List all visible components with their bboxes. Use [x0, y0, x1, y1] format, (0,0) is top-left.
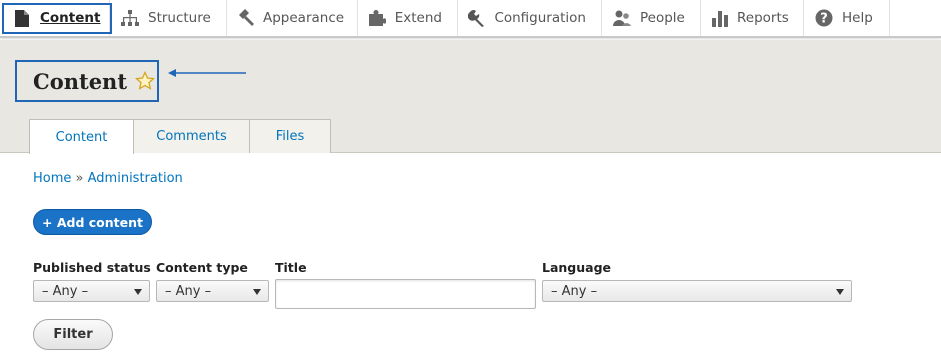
- toolbar-item-extend[interactable]: Extend: [358, 0, 458, 36]
- language-select[interactable]: – Any –: [542, 280, 852, 302]
- toolbar-item-people[interactable]: People: [602, 0, 701, 36]
- breadcrumb-separator: »: [75, 171, 84, 186]
- page-title: Content: [33, 68, 128, 94]
- toolbar-item-label: Structure: [148, 10, 211, 26]
- toolbar-item-label: Configuration: [494, 10, 586, 26]
- language-value: – Any –: [551, 283, 598, 299]
- sitemap-icon: [120, 8, 140, 28]
- puzzle-icon: [368, 8, 387, 28]
- tab-content[interactable]: Content: [29, 119, 134, 154]
- svg-text:?: ?: [820, 12, 828, 27]
- breadcrumb: Home » Administration: [33, 171, 183, 186]
- toolbar-item-label: People: [640, 10, 685, 26]
- published-status-value: – Any –: [42, 283, 89, 299]
- chevron-down-icon: [836, 289, 844, 295]
- language-label: Language: [542, 260, 612, 275]
- breadcrumb-home-link[interactable]: Home: [33, 171, 71, 186]
- toolbar-item-label: Appearance: [263, 10, 345, 26]
- tab-files[interactable]: Files: [249, 119, 331, 153]
- title-input[interactable]: [275, 279, 536, 309]
- admin-toolbar: Content Structure Appearance Extend Conf…: [0, 0, 941, 38]
- star-icon[interactable]: [134, 70, 156, 91]
- file-icon: [12, 8, 32, 28]
- toolbar-item-help[interactable]: ? Help: [804, 0, 890, 36]
- content-type-value: – Any –: [165, 283, 212, 299]
- toolbar-item-label: Help: [842, 10, 873, 26]
- toolbar-item-content-focus[interactable]: Content: [2, 2, 113, 34]
- content-type-select[interactable]: – Any –: [156, 280, 269, 302]
- title-label: Title: [275, 260, 307, 275]
- people-icon: [612, 8, 632, 28]
- toolbar-item-reports[interactable]: Reports: [701, 0, 804, 36]
- toolbar-item-appearance[interactable]: Appearance: [227, 0, 358, 36]
- toolbar-item-configuration[interactable]: Configuration: [458, 0, 602, 36]
- toolbar-item-label: Content: [40, 10, 101, 26]
- toolbar-item-content[interactable]: Content: [0, 0, 113, 36]
- add-content-button[interactable]: + Add content: [33, 209, 152, 235]
- bar-chart-icon: [711, 8, 729, 28]
- wrench-icon: [468, 8, 486, 28]
- breadcrumb-admin-link[interactable]: Administration: [88, 171, 183, 186]
- filter-button[interactable]: Filter: [33, 319, 113, 350]
- tab-comments[interactable]: Comments: [133, 119, 250, 153]
- content-type-label: Content type: [156, 260, 248, 275]
- paintbrush-icon: [237, 8, 255, 28]
- toolbar-item-label: Reports: [737, 10, 789, 26]
- chevron-down-icon: [253, 289, 261, 295]
- page-title-highlight: Content: [15, 60, 159, 102]
- published-status-select[interactable]: – Any –: [33, 280, 150, 302]
- toolbar-item-label: Extend: [394, 10, 442, 26]
- toolbar-item-structure[interactable]: Structure: [110, 0, 227, 36]
- published-status-label: Published status: [33, 260, 151, 275]
- help-icon: ?: [814, 8, 834, 28]
- chevron-down-icon: [134, 289, 142, 295]
- primary-tabs: Content Comments Files: [29, 119, 331, 154]
- annotation-arrow: [168, 69, 246, 77]
